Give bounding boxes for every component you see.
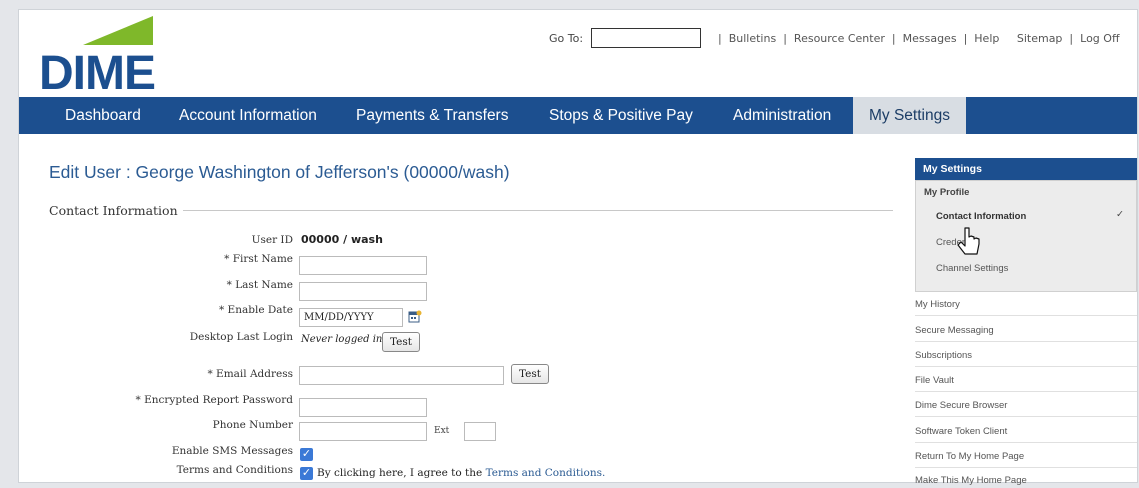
enable-date-placeholder: MM/DD/YYYY bbox=[304, 312, 374, 323]
encrypted-password-label: * Encrypted Report Password bbox=[135, 394, 293, 406]
sidebar-item-dime-secure-browser[interactable]: Dime Secure Browser bbox=[915, 400, 1007, 411]
form-labels: User ID * First Name * Last Name * Enabl… bbox=[19, 10, 293, 482]
pointer-cursor-icon bbox=[957, 227, 980, 255]
sitemap-link[interactable]: Sitemap bbox=[1017, 32, 1063, 45]
terms-text-label: By clicking here, I agree to the bbox=[317, 467, 483, 479]
goto-input[interactable] bbox=[591, 28, 701, 48]
ext-field[interactable] bbox=[464, 422, 496, 441]
sidebar-item-secure-messaging[interactable]: Secure Messaging bbox=[915, 325, 994, 336]
goto-label: Go To: bbox=[549, 32, 584, 45]
user-id-label: User ID bbox=[251, 234, 293, 246]
messages-link[interactable]: Messages bbox=[903, 32, 957, 45]
phone-label: Phone Number bbox=[212, 419, 293, 431]
terms-label: Terms and Conditions bbox=[176, 464, 293, 476]
terms-checkbox[interactable]: ✓ bbox=[300, 467, 313, 480]
nav-my-settings[interactable]: My Settings bbox=[853, 97, 966, 134]
terms-link[interactable]: Terms and Conditions. bbox=[486, 467, 606, 479]
encrypted-password-field[interactable] bbox=[299, 398, 427, 417]
sms-label: Enable SMS Messages bbox=[171, 445, 293, 457]
enable-date-field[interactable]: MM/DD/YYYY bbox=[299, 308, 403, 327]
sidebar-item-my-profile[interactable]: My Profile bbox=[924, 187, 969, 198]
ext-label: Ext bbox=[434, 426, 450, 436]
test-email-button[interactable]: Test bbox=[511, 364, 549, 384]
sidebar-item-subscriptions[interactable]: Subscriptions bbox=[915, 350, 972, 361]
sidebar-item-software-token-client[interactable]: Software Token Client bbox=[915, 426, 1007, 437]
logoff-link[interactable]: Log Off bbox=[1080, 32, 1119, 45]
email-label: * Email Address bbox=[207, 368, 293, 380]
sidebar-item-make-home[interactable]: Make This My Home Page bbox=[915, 475, 1027, 486]
calendar-icon[interactable] bbox=[408, 309, 422, 323]
desktop-login-label: Desktop Last Login bbox=[189, 331, 293, 343]
last-name-label: * Last Name bbox=[226, 279, 293, 291]
nav-stops-positive-pay[interactable]: Stops & Positive Pay bbox=[549, 97, 693, 134]
sms-checkbox[interactable]: ✓ bbox=[300, 448, 313, 461]
desktop-login-value: Never logged in bbox=[301, 334, 383, 345]
sidebar-item-my-history[interactable]: My History bbox=[915, 299, 960, 310]
check-icon: ✓ bbox=[1116, 209, 1124, 220]
sidebar-header: My Settings bbox=[915, 158, 1137, 180]
nav-payments-transfers[interactable]: Payments & Transfers bbox=[356, 97, 508, 134]
email-field[interactable] bbox=[299, 366, 504, 385]
terms-text: By clicking here, I agree to the Terms a… bbox=[317, 467, 605, 479]
resource-center-link[interactable]: Resource Center bbox=[794, 32, 885, 45]
help-link[interactable]: Help bbox=[974, 32, 999, 45]
sidebar-item-contact-information[interactable]: Contact Information bbox=[936, 211, 1026, 222]
first-name-label: * First Name bbox=[224, 253, 293, 265]
bulletins-link[interactable]: Bulletins bbox=[729, 32, 776, 45]
test-login-button[interactable]: Test bbox=[382, 332, 420, 352]
first-name-field[interactable] bbox=[299, 256, 427, 275]
user-id-value: 00000 / wash bbox=[301, 233, 383, 246]
my-profile-box: My Profile Contact Information ✓ Creden … bbox=[915, 180, 1137, 292]
last-name-field[interactable] bbox=[299, 282, 427, 301]
phone-field[interactable] bbox=[299, 422, 427, 441]
enable-date-label: * Enable Date bbox=[218, 304, 293, 316]
nav-administration[interactable]: Administration bbox=[733, 97, 831, 134]
sidebar-item-channel-settings[interactable]: Channel Settings bbox=[936, 263, 1008, 274]
top-links: Go To: | Bulletins | Resource Center | Messag… bbox=[549, 28, 1131, 50]
sidebar-item-return-home[interactable]: Return To My Home Page bbox=[915, 451, 1024, 462]
sidebar-item-file-vault[interactable]: File Vault bbox=[915, 375, 954, 386]
page: DIME Go To: | Bulletins | Resource Center | M… bbox=[18, 9, 1138, 486]
